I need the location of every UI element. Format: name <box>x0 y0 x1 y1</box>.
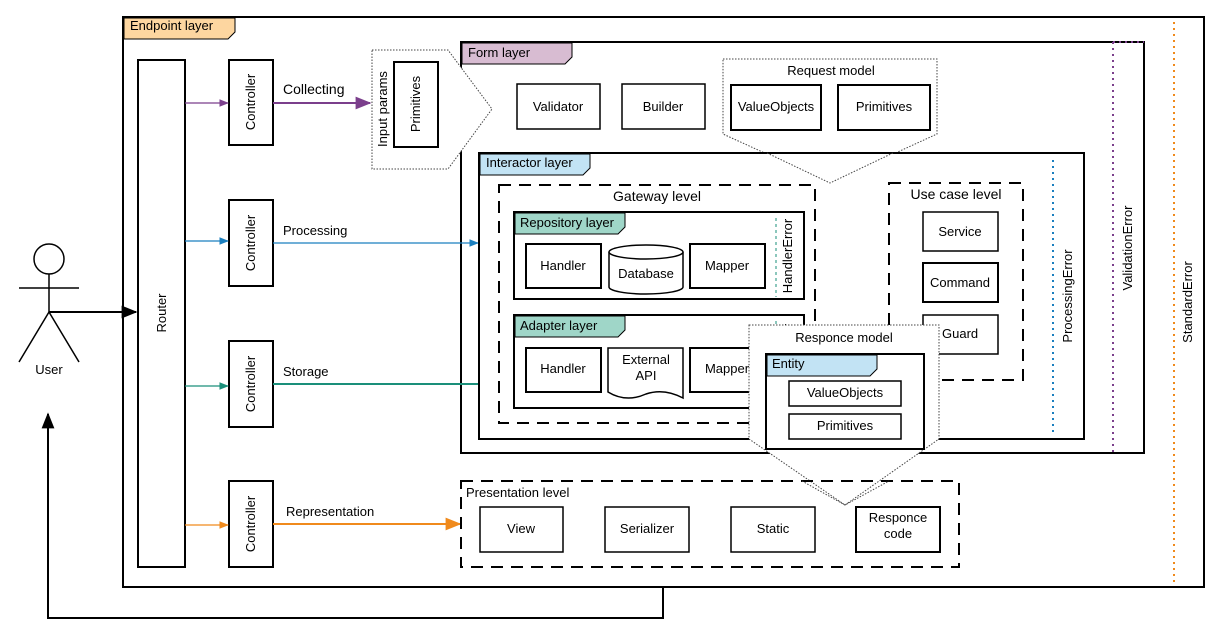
validator-label: Validator <box>533 99 584 114</box>
guard-label: Guard <box>942 326 978 341</box>
builder-box[interactable]: Builder <box>621 83 706 130</box>
response-code-line1: Responce <box>869 510 928 525</box>
response-code-line2: code <box>884 526 912 541</box>
adapter-handler-box[interactable]: Handler <box>525 347 602 393</box>
serializer-box[interactable]: Serializer <box>604 506 690 553</box>
external-api-line2: API <box>636 368 657 383</box>
response-code-box[interactable]: Responce code <box>855 506 941 553</box>
validator-box[interactable]: Validator <box>516 83 601 130</box>
flow-label-storage: Storage <box>283 364 329 379</box>
repository-handler-box[interactable]: Handler <box>525 243 602 289</box>
primitives-label: Primitives <box>817 418 874 433</box>
presentation-level-title: Presentation level <box>466 485 569 500</box>
adapter-layer-title: Adapter layer <box>520 318 598 333</box>
standard-error-label: StandardError <box>1180 261 1195 343</box>
static-box[interactable]: Static <box>730 506 816 553</box>
controller-label: Controller <box>243 214 258 271</box>
controller-collecting[interactable]: Controller <box>228 59 274 146</box>
serializer-label: Serializer <box>620 521 675 536</box>
validation-error-label: ValidationError <box>1120 205 1135 291</box>
processing-error-label: ProcessingError <box>1060 249 1075 343</box>
use-case-level-title: Use case level <box>910 186 1001 202</box>
user-actor[interactable]: User <box>18 243 80 377</box>
static-label: Static <box>757 521 790 536</box>
controller-representation[interactable]: Controller <box>228 480 274 568</box>
command-box[interactable]: Command <box>922 262 999 303</box>
view-box[interactable]: View <box>479 506 564 553</box>
request-valueobjects-box[interactable]: ValueObjects <box>730 84 822 131</box>
handler-error-label: HandlerError <box>780 218 795 293</box>
response-primitives-box[interactable]: Primitives <box>788 413 902 440</box>
controller-label: Controller <box>243 495 258 552</box>
valueobjects-label: ValueObjects <box>738 99 815 114</box>
view-label: View <box>507 521 536 536</box>
flow-label-representation: Representation <box>286 504 374 519</box>
mapper-label: Mapper <box>705 258 750 273</box>
service-box[interactable]: Service <box>922 211 999 252</box>
user-head <box>33 243 65 275</box>
gateway-level-title: Gateway level <box>613 188 701 204</box>
flow-label-collecting: Collecting <box>283 81 344 97</box>
interactor-layer-title: Interactor layer <box>486 155 573 170</box>
input-params-primitives[interactable]: Primitives <box>393 61 439 148</box>
flow-label-processing: Processing <box>283 223 347 238</box>
entity-title: Entity <box>772 356 805 371</box>
primitives-label: Primitives <box>408 75 423 132</box>
controller-label: Controller <box>243 355 258 412</box>
handler-label: Handler <box>540 258 586 273</box>
controller-storage[interactable]: Controller <box>228 340 274 428</box>
request-model-title: Request model <box>787 63 875 78</box>
service-label: Service <box>938 224 981 239</box>
builder-label: Builder <box>643 99 684 114</box>
router-label: Router <box>154 293 169 333</box>
repository-mapper-box[interactable]: Mapper <box>689 243 766 289</box>
controller-processing[interactable]: Controller <box>228 199 274 287</box>
repository-layer-title: Repository layer <box>520 215 615 230</box>
endpoint-layer-title: Endpoint layer <box>130 18 214 33</box>
response-model-title: Responce model <box>795 330 893 345</box>
database-cylinder[interactable]: Database <box>608 244 684 295</box>
database-label: Database <box>618 266 674 281</box>
response-valueobjects-box[interactable]: ValueObjects <box>788 380 902 407</box>
mapper-label: Mapper <box>705 361 750 376</box>
valueobjects-label: ValueObjects <box>807 385 884 400</box>
handler-label: Handler <box>540 361 586 376</box>
external-api-document[interactable]: External API <box>607 347 684 400</box>
input-params-title: Input params <box>375 71 390 147</box>
architecture-diagram: Endpoint layer Form layer Router Control… <box>18 16 1205 619</box>
primitives-label: Primitives <box>856 99 913 114</box>
controller-label: Controller <box>243 73 258 130</box>
request-primitives-box[interactable]: Primitives <box>837 84 931 131</box>
form-layer-title: Form layer <box>468 45 531 60</box>
command-label: Command <box>930 275 990 290</box>
external-api-line1: External <box>622 352 670 367</box>
user-label: User <box>35 362 63 377</box>
